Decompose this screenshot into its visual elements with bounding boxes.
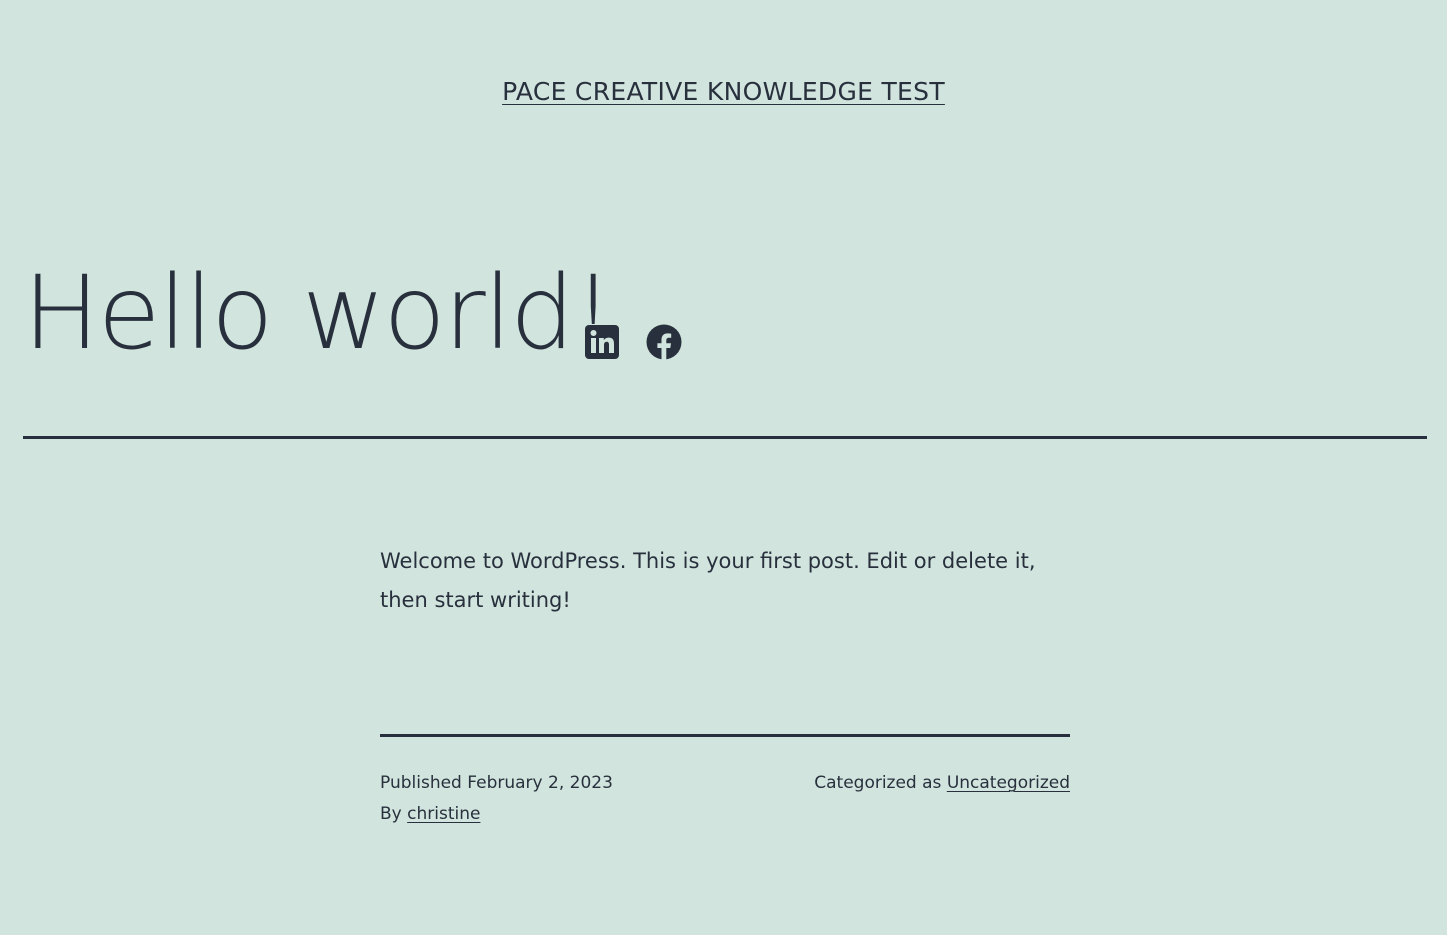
- post-meta-right: Categorized as Uncategorized: [814, 768, 1070, 799]
- published-line: Published February 2, 2023: [380, 768, 613, 799]
- published-prefix: Published: [380, 773, 462, 793]
- facebook-icon: [646, 324, 682, 360]
- site-title: PACE CREATIVE KNOWLEDGE TEST: [0, 75, 1447, 109]
- linkedin-icon: [585, 325, 619, 359]
- post-content: Welcome to WordPress. This is your first…: [380, 542, 1070, 620]
- post-body: Welcome to WordPress. This is your first…: [380, 549, 1036, 612]
- facebook-share-button[interactable]: [646, 324, 682, 360]
- share-icons: [584, 324, 682, 360]
- post-header: Hello world!: [23, 252, 614, 376]
- header-separator: [23, 436, 1427, 439]
- site-title-link[interactable]: PACE CREATIVE KNOWLEDGE TEST: [502, 77, 945, 106]
- post-meta-left: Published February 2, 2023 By christine: [380, 768, 613, 830]
- footer-separator: [380, 734, 1070, 737]
- category-link[interactable]: Uncategorized: [947, 773, 1070, 793]
- author-line: By christine: [380, 799, 613, 830]
- author-link[interactable]: christine: [407, 804, 480, 824]
- post-title: Hello world!: [23, 254, 614, 373]
- published-date: February 2, 2023: [467, 773, 613, 793]
- category-prefix: Categorized as: [814, 773, 942, 793]
- post-meta: Published February 2, 2023 By christine …: [380, 768, 1070, 830]
- author-prefix: By: [380, 804, 402, 824]
- linkedin-share-button[interactable]: [584, 324, 620, 360]
